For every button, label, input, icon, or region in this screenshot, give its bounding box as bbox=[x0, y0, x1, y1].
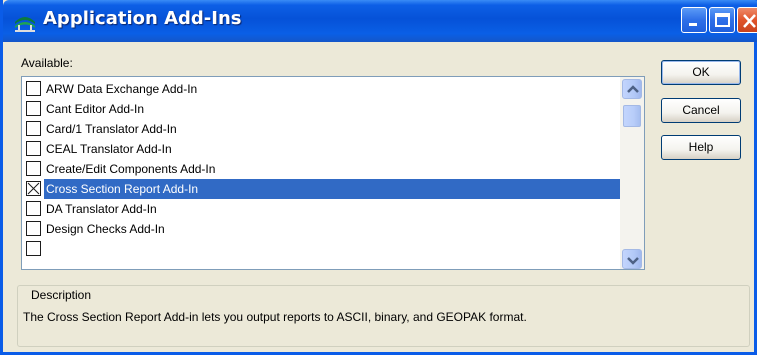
list-item[interactable]: Card/1 Translator Add-In bbox=[22, 119, 620, 139]
description-legend: Description bbox=[29, 288, 94, 302]
item-checkbox[interactable] bbox=[26, 141, 41, 156]
add-ins-dialog: Application Add-Ins Available: ARW Data … bbox=[0, 0, 757, 355]
list-item[interactable]: ARW Data Exchange Add-In bbox=[22, 79, 620, 99]
list-item-label: Cross Section Report Add-In bbox=[44, 179, 620, 199]
minimize-icon bbox=[689, 23, 697, 26]
list-item[interactable]: CEAL Translator Add-In bbox=[22, 139, 620, 159]
close-button[interactable] bbox=[737, 7, 757, 33]
help-button[interactable]: Help bbox=[661, 135, 741, 160]
scroll-up-button[interactable] bbox=[622, 79, 642, 99]
item-checkbox[interactable] bbox=[26, 201, 41, 216]
close-icon bbox=[743, 14, 756, 28]
list-item-label: Design Checks Add-In bbox=[46, 222, 165, 236]
available-label: Available: bbox=[21, 56, 73, 70]
item-checkbox[interactable] bbox=[26, 81, 41, 96]
item-checkbox-checked[interactable] bbox=[26, 181, 41, 196]
app-logo-icon bbox=[15, 17, 35, 32]
item-checkbox[interactable] bbox=[26, 241, 41, 256]
cancel-button[interactable]: Cancel bbox=[661, 98, 741, 123]
list-item-partial[interactable] bbox=[22, 239, 620, 259]
list-item[interactable]: Cant Editor Add-In bbox=[22, 99, 620, 119]
title-bar[interactable]: Application Add-Ins bbox=[3, 0, 757, 42]
maximize-button[interactable] bbox=[709, 7, 735, 33]
chevron-up-icon bbox=[627, 85, 639, 93]
vertical-scrollbar[interactable] bbox=[620, 77, 644, 269]
checkmark-x-icon bbox=[27, 182, 40, 195]
list-item[interactable]: Create/Edit Components Add-In bbox=[22, 159, 620, 179]
item-checkbox[interactable] bbox=[26, 121, 41, 136]
scroll-thumb[interactable] bbox=[623, 105, 641, 127]
description-text: The Cross Section Report Add-in lets you… bbox=[23, 310, 527, 324]
available-list[interactable]: ARW Data Exchange Add-In Cant Editor Add… bbox=[21, 76, 645, 270]
item-checkbox[interactable] bbox=[26, 221, 41, 236]
list-item-label: CEAL Translator Add-In bbox=[46, 142, 172, 156]
maximize-icon bbox=[715, 13, 730, 27]
list-item-label: ARW Data Exchange Add-In bbox=[46, 82, 198, 96]
list-item-selected[interactable]: Cross Section Report Add-In bbox=[22, 179, 620, 199]
ok-button[interactable]: OK bbox=[661, 60, 741, 85]
scroll-down-button[interactable] bbox=[622, 249, 642, 269]
minimize-button[interactable] bbox=[681, 7, 707, 33]
chevron-down-icon bbox=[627, 257, 639, 265]
list-item-label: Cant Editor Add-In bbox=[46, 102, 145, 116]
list-item-label: Create/Edit Components Add-In bbox=[46, 162, 216, 176]
item-checkbox[interactable] bbox=[26, 161, 41, 176]
list-item-label: DA Translator Add-In bbox=[46, 202, 157, 216]
window-title: Application Add-Ins bbox=[43, 8, 242, 29]
list-item[interactable]: Design Checks Add-In bbox=[22, 219, 620, 239]
list-item[interactable]: DA Translator Add-In bbox=[22, 199, 620, 219]
list-item-label: Card/1 Translator Add-In bbox=[46, 122, 177, 136]
item-checkbox[interactable] bbox=[26, 101, 41, 116]
